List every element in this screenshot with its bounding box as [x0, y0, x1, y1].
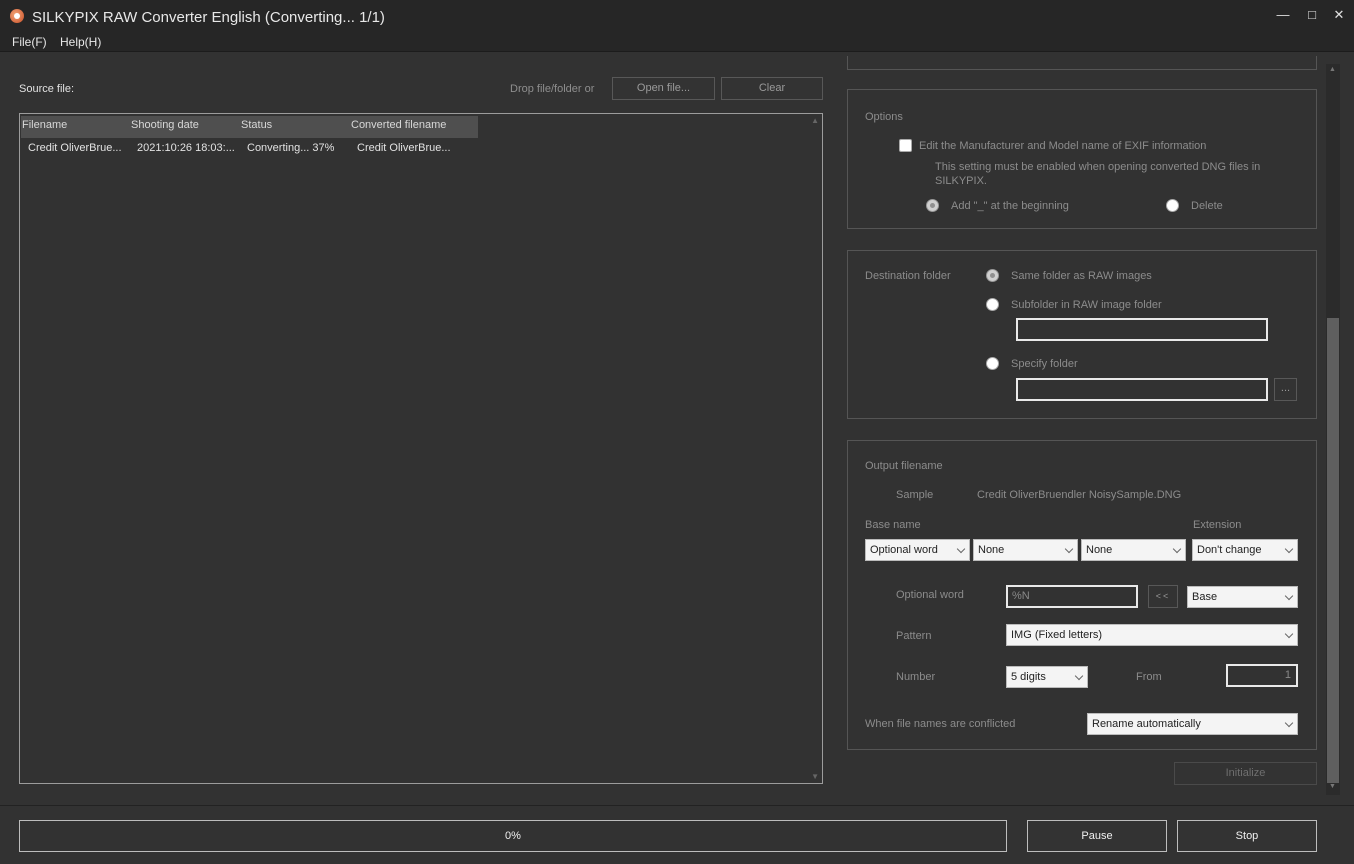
specify-folder-radio[interactable]	[986, 357, 999, 370]
cell-shooting-date[interactable]: 2021:10:26 18:03:...	[137, 142, 235, 154]
pattern-label: Pattern	[896, 630, 932, 642]
delete-label: Delete	[1191, 200, 1223, 212]
options-title: Options	[865, 111, 903, 123]
number-select[interactable]: 5 digits	[1006, 666, 1088, 688]
optional-word-select-value: Base	[1192, 591, 1218, 603]
add-underscore-radio[interactable]	[926, 199, 939, 212]
drop-hint: Drop file/folder or	[510, 83, 595, 95]
chevron-down-icon	[956, 544, 966, 554]
chevron-down-icon	[1064, 544, 1074, 554]
window-title: SILKYPIX RAW Converter English (Converti…	[32, 9, 385, 26]
extension-select-value: Don't change	[1197, 544, 1262, 556]
scrollbar-thumb[interactable]	[1327, 318, 1339, 783]
base-name-select-1[interactable]: Optional word	[865, 539, 970, 561]
insert-word-button[interactable]: <<	[1148, 585, 1178, 608]
optional-word-select[interactable]: Base	[1187, 586, 1298, 608]
app-icon	[10, 9, 24, 23]
optional-word-label: Optional word	[896, 589, 964, 601]
source-file-label: Source file:	[19, 83, 75, 95]
menu-file[interactable]: File(F)	[12, 35, 47, 49]
clear-button[interactable]: Clear	[721, 77, 823, 100]
from-input[interactable]: 1	[1226, 664, 1298, 687]
pattern-select-value: IMG (Fixed letters)	[1011, 629, 1103, 641]
top-frame	[847, 56, 1317, 70]
base-name-select-3[interactable]: None	[1081, 539, 1186, 561]
pause-button[interactable]: Pause	[1027, 820, 1167, 852]
exif-note: This setting must be enabled when openin…	[935, 161, 1261, 187]
optional-word-input[interactable]: %N	[1006, 585, 1138, 608]
conflict-select-value: Rename automatically	[1092, 718, 1201, 730]
cell-filename[interactable]: Credit OliverBrue...	[28, 142, 122, 154]
scroll-up-icon[interactable]: ▲	[1329, 66, 1336, 73]
minimize-icon[interactable]: —	[1270, 4, 1296, 26]
add-underscore-label: Add "_" at the beginning	[951, 200, 1069, 212]
cell-converted-filename[interactable]: Credit OliverBrue...	[357, 142, 451, 154]
extension-label: Extension	[1193, 519, 1242, 531]
initialize-button[interactable]: Initialize	[1174, 762, 1317, 785]
progress-text: 0%	[505, 830, 521, 842]
destination-label: Destination folder	[865, 270, 951, 282]
subfolder-radio[interactable]	[986, 298, 999, 311]
stop-button[interactable]: Stop	[1177, 820, 1317, 852]
scroll-down-icon[interactable]: ▼	[1329, 783, 1336, 790]
chevron-down-icon	[1284, 629, 1294, 639]
base-name-select-3-value: None	[1086, 544, 1113, 556]
same-folder-radio[interactable]	[986, 269, 999, 282]
base-name-select-1-value: Optional word	[870, 544, 938, 556]
exif-checkbox-label: Edit the Manufacturer and Model name of …	[919, 140, 1207, 152]
column-converted-filename[interactable]: Converted filename	[351, 119, 446, 131]
options-group	[847, 89, 1317, 229]
subfolder-label: Subfolder in RAW image folder	[1011, 299, 1162, 311]
menu-bar	[0, 32, 1354, 52]
chevron-down-icon	[1284, 718, 1294, 728]
specify-folder-label: Specify folder	[1011, 358, 1078, 370]
column-shooting-date[interactable]: Shooting date	[131, 119, 199, 131]
specify-folder-input[interactable]	[1016, 378, 1268, 401]
open-file-button[interactable]: Open file...	[612, 77, 715, 100]
chevron-down-icon	[1284, 591, 1294, 601]
output-title: Output filename	[865, 460, 943, 472]
progress-bar: 0%	[19, 820, 1007, 852]
maximize-icon[interactable]: □	[1299, 4, 1325, 26]
same-folder-label: Same folder as RAW images	[1011, 270, 1152, 282]
number-label: Number	[896, 671, 936, 683]
exif-checkbox[interactable]	[899, 139, 912, 152]
sample-value: Credit OliverBruendler NoisySample.DNG	[977, 489, 1182, 501]
extension-select[interactable]: Don't change	[1192, 539, 1298, 561]
column-status[interactable]: Status	[241, 119, 272, 131]
conflict-select[interactable]: Rename automatically	[1087, 713, 1298, 735]
scroll-down-icon[interactable]: ▼	[811, 772, 819, 781]
menu-help[interactable]: Help(H)	[60, 35, 101, 49]
column-filename[interactable]: Filename	[22, 119, 67, 131]
conflict-label: When file names are conflicted	[865, 718, 1016, 730]
base-name-select-2[interactable]: None	[973, 539, 1078, 561]
number-select-value: 5 digits	[1011, 671, 1046, 683]
file-list[interactable]: Filename Shooting date Status Converted …	[19, 113, 823, 784]
base-name-label: Base name	[865, 519, 921, 531]
from-label: From	[1136, 671, 1162, 683]
close-icon[interactable]: ✕	[1326, 4, 1352, 26]
base-name-select-2-value: None	[978, 544, 1005, 556]
chevron-down-icon	[1172, 544, 1182, 554]
pattern-select[interactable]: IMG (Fixed letters)	[1006, 624, 1298, 646]
chevron-down-icon	[1074, 671, 1084, 681]
scroll-up-icon[interactable]: ▲	[811, 116, 819, 125]
sample-label: Sample	[896, 489, 934, 501]
cell-status[interactable]: Converting... 37%	[247, 142, 334, 154]
delete-radio[interactable]	[1166, 199, 1179, 212]
divider	[0, 805, 1354, 806]
chevron-down-icon	[1284, 544, 1294, 554]
browse-button[interactable]: ...	[1274, 378, 1297, 401]
subfolder-input[interactable]	[1016, 318, 1268, 341]
